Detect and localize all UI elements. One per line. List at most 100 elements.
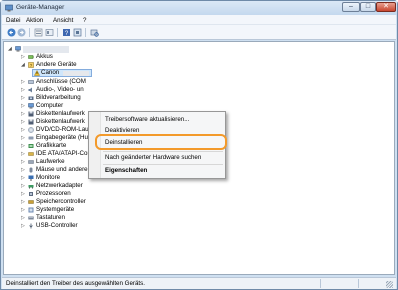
tree-item-audio[interactable]: ▷ Audio-, Video- un — [6, 86, 90, 94]
tree-root[interactable]: ◢ — [6, 45, 126, 53]
tree-label: Diskettenlaufwerk — [36, 110, 85, 117]
tree-label: Anschlüsse (COM — [36, 78, 86, 85]
controller-icon — [28, 152, 34, 156]
forward-arrow-icon[interactable] — [17, 28, 26, 37]
menu-help[interactable]: ? — [83, 17, 86, 24]
tree-item-diskettenlaufwerk-1[interactable]: ▷ Diskettenlaufwerk — [6, 110, 90, 118]
device-tree-panel[interactable]: ◢ ▷ Akkus ◢ ? Andere Geräte Canon ▷ Ansc… — [3, 41, 395, 275]
expand-arrow-icon[interactable]: ▷ — [21, 102, 26, 110]
minimize-button[interactable]: – — [342, 2, 360, 12]
tree-item-anschluesse[interactable]: ▷ Anschlüsse (COM — [6, 78, 90, 86]
expand-arrow-icon[interactable]: ▷ — [21, 214, 26, 222]
help-icon[interactable]: ? — [62, 28, 71, 37]
tree-label: Canon — [41, 69, 60, 76]
expand-arrow-icon[interactable]: ▷ — [21, 198, 26, 206]
expand-arrow-icon[interactable]: ▷ — [21, 86, 26, 94]
menu-item-scan-hardware[interactable]: Nach geänderter Hardware suchen — [105, 154, 201, 161]
status-bar: Deinstalliert den Treiber des ausgewählt… — [2, 277, 396, 289]
floppy-icon — [28, 119, 34, 125]
menu-separator — [103, 164, 223, 165]
maximize-button[interactable]: □ — [360, 2, 376, 12]
warning-device-icon — [34, 70, 40, 76]
update-driver-icon[interactable] — [73, 28, 82, 37]
tree-item-prozessoren[interactable]: ▷ Prozessoren — [6, 190, 146, 198]
camera-icon — [28, 96, 34, 100]
expand-arrow-icon[interactable]: ▷ — [21, 166, 26, 174]
tree-label: Andere Geräte — [36, 61, 77, 68]
tree-item-diskettenlaufwerk-2[interactable]: ▷ Diskettenlaufwerk — [6, 118, 90, 126]
expand-arrow-icon[interactable]: ▷ — [21, 142, 26, 150]
display-adapter-icon — [28, 144, 34, 148]
computer-name-redacted — [23, 46, 69, 53]
tree-label: Computer — [36, 102, 64, 109]
tree-item-tastaturen[interactable]: ▷ Tastaturen — [6, 214, 146, 222]
monitor-icon — [28, 175, 34, 181]
menu-item-disable[interactable]: Deaktivieren — [105, 127, 139, 134]
title-bar[interactable]: Geräte-Manager – □ ✕ — [1, 1, 397, 15]
tree-item-netzwerkadapter[interactable]: ▷ Netzwerkadapter — [6, 182, 146, 190]
toolbar-separator — [85, 28, 86, 37]
expand-arrow-icon[interactable]: ▷ — [21, 190, 26, 198]
window-title: Geräte-Manager — [16, 4, 65, 11]
expand-arrow-icon[interactable]: ▷ — [21, 118, 26, 126]
unknown-device-icon: ? — [28, 62, 34, 68]
expand-arrow-icon[interactable]: ▷ — [21, 134, 26, 142]
tree-item-canon[interactable]: Canon — [32, 69, 92, 77]
input-device-icon — [28, 136, 34, 140]
tree-label: USB-Controller — [36, 222, 78, 229]
properties-icon[interactable] — [34, 28, 43, 37]
tree-label: Bildverarbeitung — [36, 94, 81, 101]
tree-item-systemgeraete[interactable]: ▷ Systemgeräte — [6, 206, 146, 214]
storage-controller-icon — [28, 200, 34, 204]
network-adapter-icon — [28, 185, 34, 189]
tree-item-computer[interactable]: ▷ Computer — [6, 102, 90, 110]
expand-arrow-icon[interactable]: ▷ — [21, 94, 26, 102]
expand-arrow-icon[interactable]: ▷ — [21, 174, 26, 182]
tree-item-akkus[interactable]: ▷ Akkus — [6, 53, 146, 61]
menu-datei[interactable]: Datei — [6, 17, 20, 24]
expand-arrow-icon[interactable]: ▷ — [21, 126, 26, 134]
menu-aktion[interactable]: Aktion — [26, 17, 43, 24]
tree-label: Netzwerkadapter — [36, 182, 83, 189]
menu-item-update-driver[interactable]: Treibersoftware aktualisieren... — [105, 116, 189, 123]
menu-item-properties[interactable]: Eigenschaften — [105, 167, 147, 174]
battery-icon — [28, 55, 34, 59]
status-text: Deinstalliert den Treiber des ausgewählt… — [6, 280, 145, 287]
processor-icon — [29, 192, 33, 196]
status-separator — [358, 279, 359, 288]
collapse-arrow-icon[interactable]: ◢ — [21, 61, 26, 69]
menu-ansicht[interactable]: Ansicht — [53, 17, 73, 24]
expand-arrow-icon[interactable]: ▷ — [21, 150, 26, 158]
menu-item-uninstall[interactable]: Deinstallieren — [105, 139, 143, 146]
collapse-arrow-icon[interactable]: ◢ — [8, 45, 13, 53]
expand-arrow-icon[interactable]: ▷ — [21, 222, 26, 230]
tree-label: Speichercontroller — [36, 198, 86, 205]
expand-arrow-icon[interactable]: ▷ — [21, 182, 26, 190]
back-arrow-icon[interactable] — [7, 28, 16, 37]
expand-arrow-icon[interactable]: ▷ — [21, 53, 26, 61]
tree-label: Akkus — [36, 53, 53, 60]
expand-arrow-icon[interactable]: ▷ — [21, 78, 26, 86]
tree-item-usb[interactable]: ▷ USB-Controller — [6, 222, 146, 230]
device-manager-window: Geräte-Manager – □ ✕ Datei Aktion Ansich… — [0, 0, 398, 290]
context-menu: Treibersoftware aktualisieren... Deaktiv… — [88, 111, 227, 179]
show-hidden-icon[interactable] — [45, 28, 54, 37]
device-name-redacted — [63, 71, 89, 76]
tree-label: Systemgeräte — [36, 206, 75, 213]
floppy-icon — [28, 111, 34, 117]
tree-item-bildverarbeitung[interactable]: ▷ Bildverarbeitung — [6, 94, 90, 102]
mouse-icon — [29, 167, 33, 173]
expand-arrow-icon[interactable]: ▷ — [21, 158, 26, 166]
tree-item-andere-geraete[interactable]: ◢ ? Andere Geräte — [6, 61, 146, 69]
close-button[interactable]: ✕ — [376, 2, 396, 12]
expand-arrow-icon[interactable]: ▷ — [21, 110, 26, 118]
menu-separator — [103, 151, 223, 152]
device-manager-icon — [5, 4, 13, 12]
tree-item-speichercontroller[interactable]: ▷ Speichercontroller — [6, 198, 146, 206]
resize-grip-icon[interactable] — [386, 281, 393, 288]
tree-label: Monitore — [36, 174, 61, 181]
expand-arrow-icon[interactable]: ▷ — [21, 206, 26, 214]
tree-label: Tastaturen — [36, 214, 65, 221]
scan-hardware-icon[interactable] — [90, 28, 99, 37]
disc-icon — [28, 127, 34, 133]
